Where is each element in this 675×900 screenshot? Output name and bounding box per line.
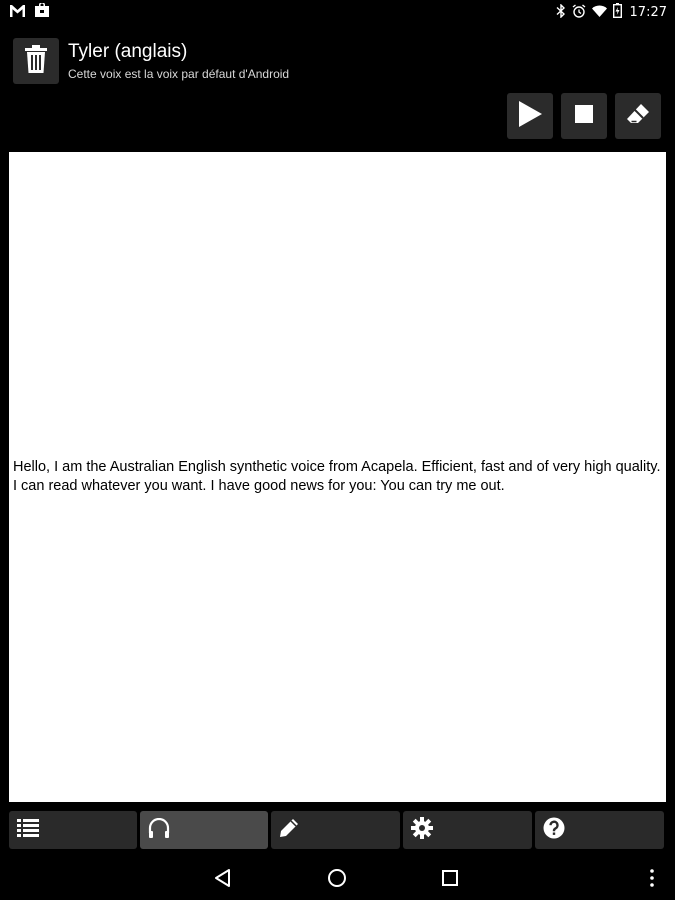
overflow-menu-icon[interactable] (645, 868, 659, 893)
back-icon[interactable] (214, 868, 234, 893)
clock-time: 17:27 (629, 4, 667, 20)
pencil-icon (279, 818, 299, 843)
gear-icon (411, 816, 433, 844)
alarm-icon (572, 3, 586, 21)
voice-title: Tyler (anglais) (68, 41, 188, 62)
eraser-icon (626, 103, 650, 130)
voice-subtitle: Cette voix est la voix par défaut d'Andr… (68, 67, 290, 81)
help-icon (543, 817, 565, 844)
status-right-icons: 17:27 (556, 2, 667, 21)
tab-edit[interactable] (271, 811, 400, 849)
text-editor[interactable]: Hello, I am the Australian English synth… (9, 152, 666, 802)
tab-voice-list[interactable] (9, 811, 137, 849)
tab-help[interactable] (535, 811, 664, 849)
delete-button[interactable] (13, 38, 59, 84)
list-icon (17, 818, 39, 843)
bluetooth-icon (556, 2, 566, 21)
tab-listen[interactable] (140, 811, 268, 849)
recent-apps-icon[interactable] (440, 868, 460, 893)
wifi-icon (591, 5, 607, 20)
erase-button[interactable] (615, 93, 661, 139)
stop-icon (575, 104, 593, 128)
battery-icon (612, 3, 622, 21)
navigation-bar (0, 856, 675, 900)
editor-text[interactable]: Hello, I am the Australian English synth… (9, 458, 666, 496)
gmail-icon (10, 4, 25, 22)
home-icon[interactable] (327, 868, 347, 893)
play-button[interactable] (507, 93, 553, 139)
stop-button[interactable] (561, 93, 607, 139)
tab-settings[interactable] (403, 811, 532, 849)
shopping-bag-icon (35, 2, 49, 22)
status-left-icons (10, 2, 49, 22)
headphones-icon (148, 817, 170, 843)
trash-icon (24, 44, 48, 78)
play-icon (517, 100, 543, 133)
status-bar: 17:27 (0, 0, 675, 24)
